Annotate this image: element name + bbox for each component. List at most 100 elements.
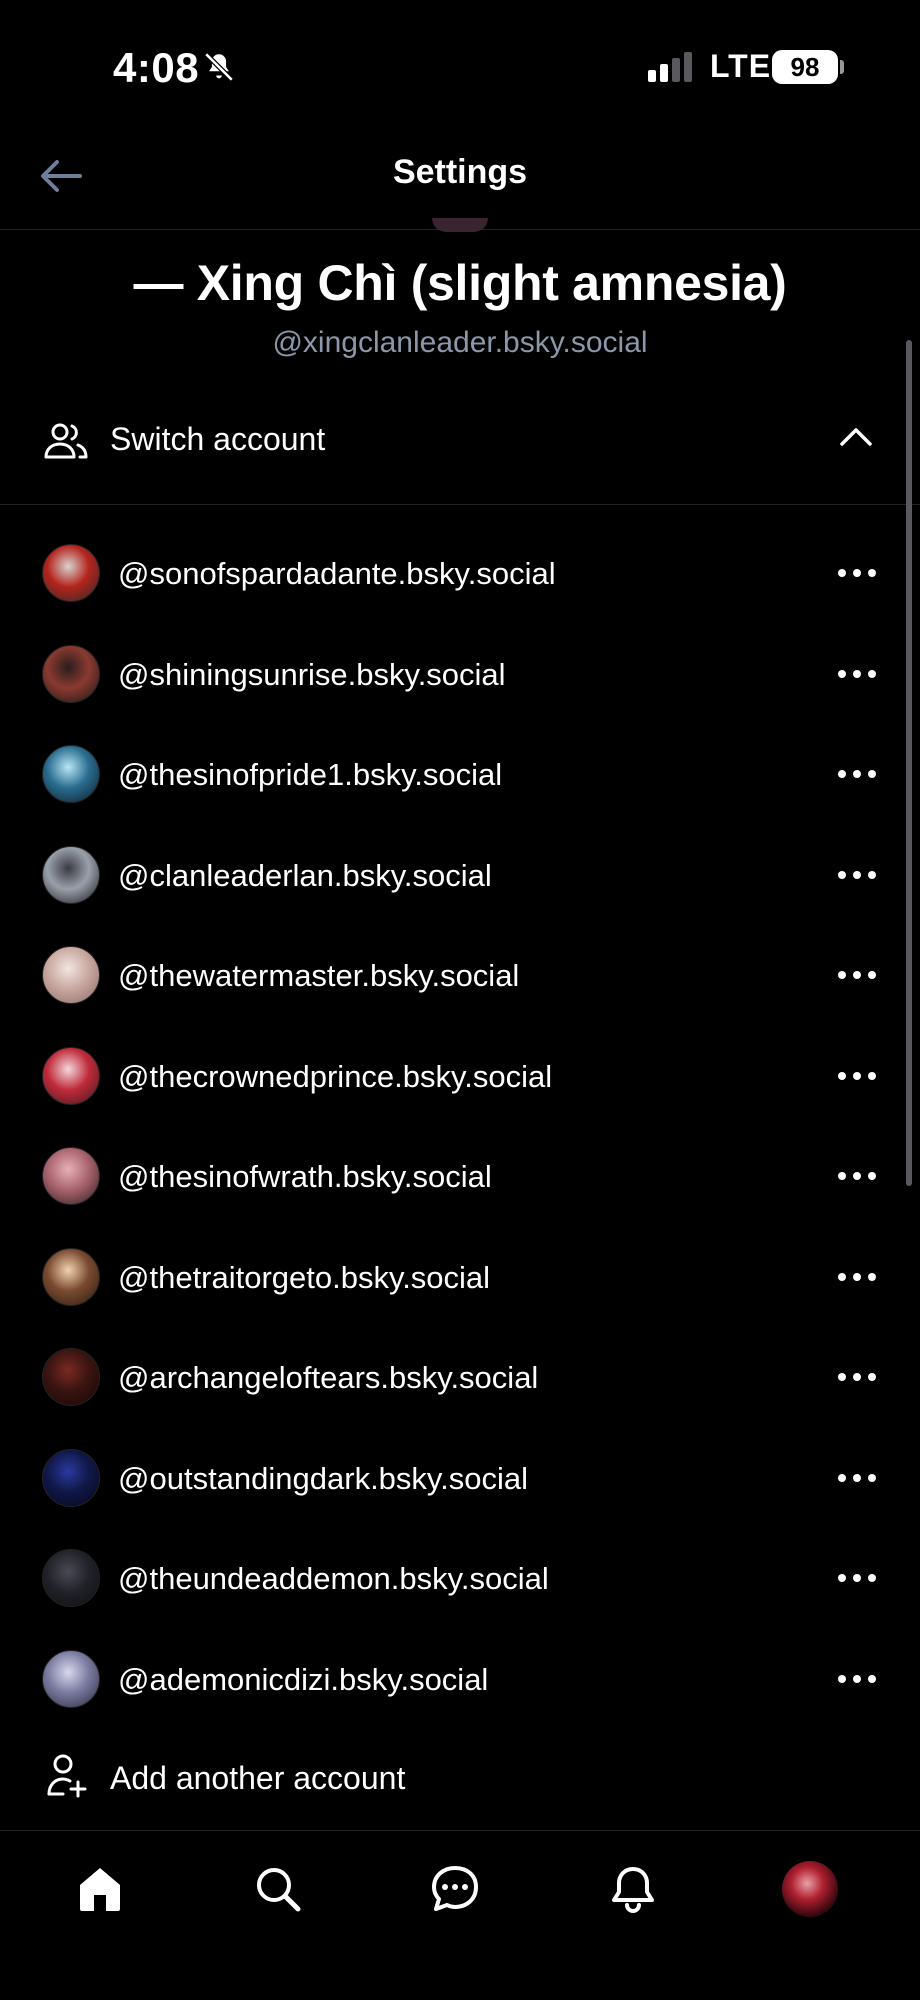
account-row[interactable]: @thesinofwrath.bsky.social — [0, 1126, 920, 1227]
avatar — [42, 745, 100, 803]
account-handle: @sonofspardadante.bsky.social — [118, 556, 556, 591]
dot — [838, 770, 846, 778]
dot — [853, 1071, 861, 1080]
dot — [853, 569, 861, 577]
account-row[interactable]: @shiningsunrise.bsky.social — [0, 624, 920, 725]
more-options-icon[interactable] — [836, 1659, 878, 1699]
account-row[interactable]: @sonofspardadante.bsky.social — [0, 523, 920, 624]
dot — [853, 669, 861, 678]
dot — [838, 569, 846, 577]
page-title: Settings — [392, 153, 528, 191]
more-options-icon[interactable] — [836, 1558, 878, 1598]
dot — [838, 1473, 846, 1482]
dot — [868, 870, 876, 879]
dot — [853, 1473, 861, 1482]
status-time: 4:08 — [113, 44, 200, 91]
account-handle: @ademonicdizi.bsky.social — [118, 1661, 489, 1697]
account-handle: @theundeaddemon.bsky.social — [118, 1561, 549, 1596]
account-handle: @thesinofwrath.bsky.social — [118, 1159, 492, 1194]
account-handle: @thecrownedprince.bsky.social — [118, 1058, 553, 1094]
more-options-icon[interactable] — [836, 1156, 878, 1196]
account-handle: @thetraitorgeto.bsky.social — [118, 1259, 491, 1295]
account-handle: @outstandingdark.bsky.social — [118, 1460, 528, 1496]
profile-handle: @xingclanleader.bsky.social — [272, 326, 648, 359]
account-row[interactable]: @archangeloftears.bsky.social — [0, 1327, 920, 1428]
switch-account-label: Switch account — [110, 421, 326, 457]
dot — [838, 1272, 846, 1281]
dot — [868, 1172, 876, 1180]
dot — [868, 1674, 876, 1683]
dot — [853, 1574, 861, 1582]
dot — [838, 1373, 846, 1381]
more-options-icon[interactable] — [836, 1056, 878, 1096]
profile-avatar-edge — [432, 218, 488, 232]
user-plus-icon — [47, 1754, 87, 1798]
more-options-icon[interactable] — [836, 955, 878, 995]
more-options-icon[interactable] — [836, 1458, 878, 1498]
account-row[interactable]: @clanleaderlan.bsky.social — [0, 825, 920, 926]
dot — [853, 971, 861, 979]
battery-indicator: 98 — [772, 50, 838, 84]
home-icon — [80, 1868, 120, 1911]
tab-home[interactable] — [70, 1859, 130, 1919]
dot — [868, 1272, 876, 1281]
dot — [868, 1473, 876, 1482]
battery-tip — [840, 60, 844, 74]
avatar — [42, 1147, 100, 1205]
dot — [868, 1574, 876, 1582]
add-account-button[interactable]: Add another account — [0, 1728, 920, 1828]
tab-notifications[interactable] — [603, 1859, 663, 1919]
avatar — [782, 1861, 838, 1917]
account-row[interactable]: @ademonicdizi.bsky.social — [0, 1629, 920, 1730]
profile-display-name: — Xing Chì (slight amnesia) — [133, 255, 787, 311]
account-handle: @thesinofpride1.bsky.social — [118, 757, 503, 792]
dot — [838, 1172, 846, 1180]
account-handle: @archangeloftears.bsky.social — [118, 1360, 539, 1395]
account-row[interactable]: @thesinofpride1.bsky.social — [0, 724, 920, 825]
account-handle: @clanleaderlan.bsky.social — [118, 857, 492, 893]
search-icon — [257, 1868, 301, 1912]
users-icon — [44, 423, 88, 459]
more-options-icon[interactable] — [836, 553, 878, 593]
account-row[interactable]: @thecrownedprince.bsky.social — [0, 1026, 920, 1127]
avatar — [42, 946, 100, 1004]
avatar — [42, 1247, 100, 1306]
dot — [853, 1172, 861, 1180]
scrollbar[interactable] — [906, 340, 912, 1186]
avatar — [42, 644, 100, 703]
tab-search[interactable] — [248, 1859, 308, 1919]
account-row[interactable]: @outstandingdark.bsky.social — [0, 1428, 920, 1529]
account-handle: @shiningsunrise.bsky.social — [118, 656, 506, 692]
dot — [868, 1373, 876, 1381]
dot — [838, 1674, 846, 1683]
more-options-icon[interactable] — [836, 654, 878, 694]
switch-account-toggle[interactable]: Switch account — [0, 395, 920, 505]
dot — [868, 669, 876, 678]
avatar — [42, 1549, 100, 1607]
network-type: LTE — [710, 48, 772, 84]
more-options-icon[interactable] — [836, 1357, 878, 1397]
chevron-up-icon — [840, 428, 872, 446]
avatar — [42, 1448, 100, 1507]
dot — [868, 1071, 876, 1080]
account-row[interactable]: @thetraitorgeto.bsky.social — [0, 1227, 920, 1328]
tab-chat[interactable] — [425, 1859, 485, 1919]
top-header: Settings — [0, 120, 920, 230]
bottom-tab-bar — [0, 1830, 920, 2000]
dot — [853, 1674, 861, 1683]
dot — [838, 1574, 846, 1582]
more-options-icon[interactable] — [836, 855, 878, 895]
avatar — [42, 1649, 100, 1708]
account-list: @sonofspardadante.bsky.social @shiningsun… — [0, 523, 920, 1729]
more-options-icon[interactable] — [836, 754, 878, 794]
account-row[interactable]: @thewatermaster.bsky.social — [0, 925, 920, 1026]
add-account-label: Add another account — [110, 1760, 406, 1796]
tab-profile[interactable] — [780, 1859, 840, 1919]
account-row[interactable]: @theundeaddemon.bsky.social — [0, 1528, 920, 1629]
avatar — [42, 544, 100, 602]
chat-icon — [432, 1866, 478, 1911]
avatar — [42, 845, 100, 904]
more-options-icon[interactable] — [836, 1257, 878, 1297]
dot — [868, 569, 876, 577]
dot — [853, 870, 861, 879]
